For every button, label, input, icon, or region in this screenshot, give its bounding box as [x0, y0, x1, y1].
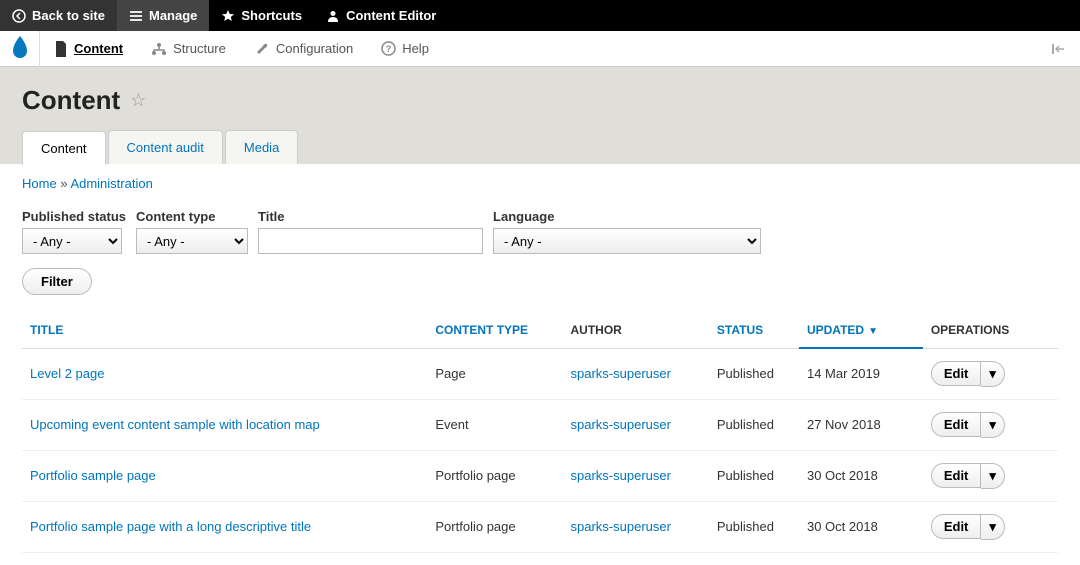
user-icon: [326, 9, 340, 23]
shortcuts-label: Shortcuts: [241, 8, 302, 23]
filter-type-select[interactable]: - Any -: [136, 228, 248, 254]
menu-configuration-label: Configuration: [276, 41, 353, 56]
menu-help-label: Help: [402, 41, 429, 56]
edit-button[interactable]: Edit: [931, 463, 982, 488]
tab-content[interactable]: Content: [22, 131, 106, 165]
filter-status-label: Published status: [22, 209, 126, 224]
filter-language-label: Language: [493, 209, 761, 224]
menu-content[interactable]: Content: [40, 31, 137, 67]
breadcrumb-admin[interactable]: Administration: [70, 176, 152, 191]
edit-button[interactable]: Edit: [931, 361, 982, 386]
row-updated: 14 Mar 2019: [799, 348, 923, 399]
row-title-link[interactable]: Level 2 page: [30, 366, 104, 381]
table-row: Portfolio sample page Portfolio page spark…: [22, 450, 1058, 501]
row-type: Event: [427, 399, 562, 450]
collapse-icon: [1052, 42, 1066, 56]
collapse-toolbar-button[interactable]: [1038, 42, 1080, 56]
svg-text:?: ?: [386, 44, 392, 54]
shortcuts-button[interactable]: Shortcuts: [209, 0, 314, 31]
col-type[interactable]: CONTENT TYPE: [427, 313, 562, 348]
row-title-link[interactable]: Upcoming event content sample with locat…: [30, 417, 320, 432]
edit-dropdown-button[interactable]: ▾: [981, 514, 1005, 540]
row-status: Published: [709, 399, 799, 450]
breadcrumb-separator: »: [60, 176, 70, 191]
manage-button[interactable]: Manage: [117, 0, 209, 31]
col-operations: OPERATIONS: [923, 313, 1058, 348]
row-type: Portfolio page: [427, 450, 562, 501]
col-author: AUTHOR: [563, 313, 709, 348]
menu-help[interactable]: ? Help: [367, 31, 443, 67]
filter-language-select[interactable]: - Any -: [493, 228, 761, 254]
breadcrumb-home[interactable]: Home: [22, 176, 57, 191]
col-title[interactable]: TITLE: [22, 313, 427, 348]
help-icon: ?: [381, 41, 396, 56]
row-updated: 27 Nov 2018: [799, 399, 923, 450]
row-title-link[interactable]: Portfolio sample page: [30, 468, 156, 483]
row-updated: 30 Oct 2018: [799, 450, 923, 501]
drupal-logo[interactable]: [0, 31, 40, 67]
back-to-site-label: Back to site: [32, 8, 105, 23]
row-status: Published: [709, 450, 799, 501]
edit-dropdown-button[interactable]: ▾: [981, 412, 1005, 438]
filter-button[interactable]: Filter: [22, 268, 92, 295]
back-icon: [12, 9, 26, 23]
wrench-icon: [254, 41, 270, 57]
file-icon: [54, 41, 68, 57]
table-row: Upcoming event content sample with locat…: [22, 399, 1058, 450]
edit-button[interactable]: Edit: [931, 514, 982, 539]
user-button[interactable]: Content Editor: [314, 0, 448, 31]
edit-dropdown-button[interactable]: ▾: [981, 361, 1005, 387]
filter-status-select[interactable]: - Any -: [22, 228, 122, 254]
col-updated[interactable]: UPDATED▼: [799, 313, 923, 348]
edit-button[interactable]: Edit: [931, 412, 982, 437]
menu-structure[interactable]: Structure: [137, 31, 240, 67]
row-type: Page: [427, 348, 562, 399]
menu-structure-label: Structure: [173, 41, 226, 56]
user-label: Content Editor: [346, 8, 436, 23]
star-icon: [221, 9, 235, 23]
edit-dropdown-button[interactable]: ▾: [981, 463, 1005, 489]
col-status[interactable]: STATUS: [709, 313, 799, 348]
row-author-link[interactable]: sparks-superuser: [571, 417, 671, 432]
filter-title-label: Title: [258, 209, 483, 224]
row-status: Published: [709, 348, 799, 399]
breadcrumb: Home » Administration: [22, 176, 1058, 191]
tab-media[interactable]: Media: [225, 130, 298, 164]
manage-label: Manage: [149, 8, 197, 23]
menu-configuration[interactable]: Configuration: [240, 31, 367, 67]
row-title-link[interactable]: Portfolio sample page with a long descri…: [30, 519, 311, 534]
filter-type-label: Content type: [136, 209, 248, 224]
favorite-toggle-icon[interactable]: ☆: [130, 90, 146, 111]
menu-icon: [129, 9, 143, 23]
menu-content-label: Content: [74, 41, 123, 56]
back-to-site-button[interactable]: Back to site: [0, 0, 117, 31]
tab-content-audit[interactable]: Content audit: [108, 130, 223, 164]
structure-icon: [151, 42, 167, 56]
row-author-link[interactable]: sparks-superuser: [571, 468, 671, 483]
row-author-link[interactable]: sparks-superuser: [571, 366, 671, 381]
filter-title-input[interactable]: [258, 228, 483, 254]
table-row: Level 2 page Page sparks-superuser Publishe…: [22, 348, 1058, 399]
page-title: Content: [22, 85, 120, 116]
sort-desc-icon: ▼: [868, 326, 878, 337]
row-author-link[interactable]: sparks-superuser: [571, 519, 671, 534]
